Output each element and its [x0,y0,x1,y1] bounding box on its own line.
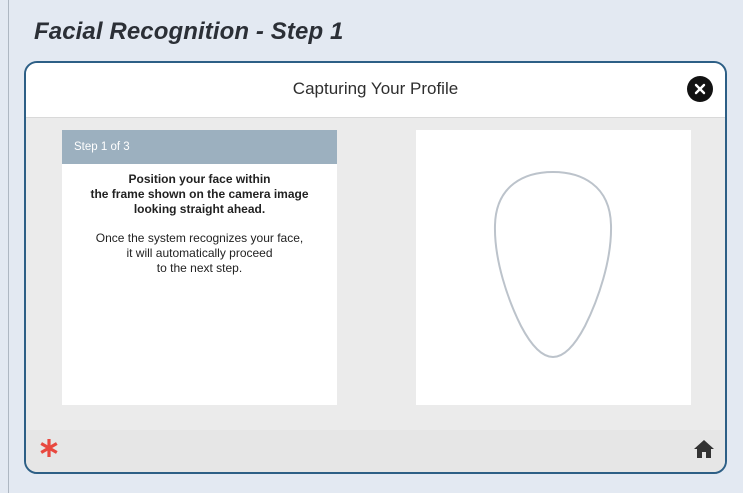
instructions-panel: Step 1 of 3 Position your face within th… [62,130,337,405]
home-icon[interactable] [693,438,715,460]
capture-dialog: Capturing Your Profile Step 1 of 3 Posit… [24,61,727,474]
face-outline-guide [493,170,613,359]
dialog-header: Capturing Your Profile [26,63,725,118]
dialog-title: Capturing Your Profile [292,79,459,98]
step-indicator: Step 1 of 3 [62,130,337,164]
instruction-main: Position your face within the frame show… [90,172,309,216]
left-divider [8,0,9,493]
close-icon [694,83,706,95]
page-title: Facial Recognition - Step 1 [34,18,344,45]
instruction-sub: Once the system recognizes your face, it… [95,231,304,275]
close-button[interactable] [687,76,713,102]
dialog-footer [26,430,725,472]
asterisk-icon [40,439,58,457]
camera-preview-panel [416,130,691,405]
